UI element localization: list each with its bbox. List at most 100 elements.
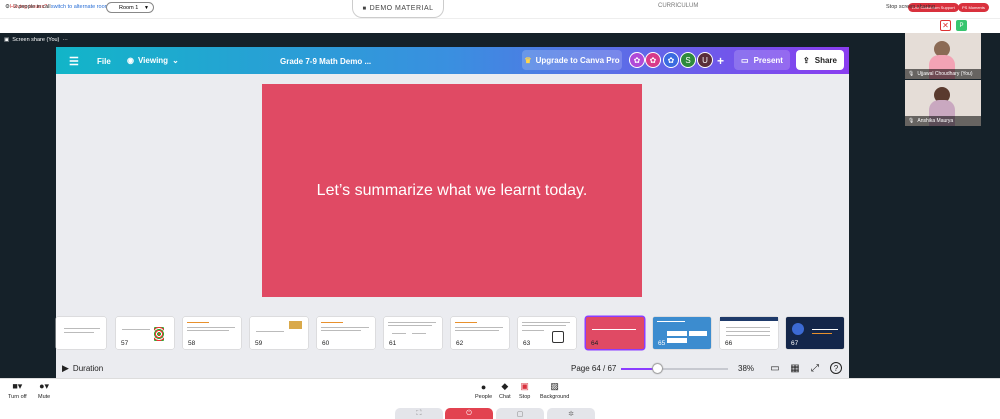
- camera-toggle[interactable]: ■▾ Turn off: [8, 381, 27, 400]
- alternate-room-link[interactable]: switch to alternate room: [51, 4, 109, 10]
- slide-thumbnail[interactable]: 65: [653, 317, 711, 349]
- notes-icon[interactable]: ▭: [769, 362, 781, 374]
- screen-share-title: Screen share (You): [12, 37, 60, 43]
- participant-name-bar: 🎙 Ujjawal Choudhary (You): [905, 69, 981, 79]
- screen-share-icon: ▣: [4, 37, 10, 43]
- slide-number: 58: [188, 340, 196, 347]
- whiteboard-button[interactable]: ▢: [496, 408, 544, 419]
- info-bar: [0, 18, 1000, 33]
- duration-button[interactable]: ▶ Duration: [62, 363, 103, 374]
- upgrade-label: Upgrade to Canva Pro: [535, 55, 620, 65]
- people-button[interactable]: ● People: [475, 381, 493, 401]
- share-label: Share: [814, 55, 837, 65]
- camera-icon: ■▾: [12, 381, 23, 391]
- avatar[interactable]: ✿: [629, 52, 645, 68]
- slide-thumbnail[interactable]: 61: [384, 317, 442, 349]
- participant-name: Anshika Maurya: [917, 118, 954, 124]
- slide-thumbnail[interactable]: 59: [250, 317, 308, 349]
- more-icon[interactable]: ···: [62, 37, 68, 43]
- avatar-image-icon: ✿: [667, 55, 675, 65]
- background-label: Background: [540, 394, 570, 400]
- room-label: Room 1: [119, 4, 139, 11]
- people-in-call[interactable]: ⚙ 2 people in call: [5, 4, 51, 10]
- chat-icon: ◆: [501, 381, 509, 391]
- settings-button[interactable]: ✲: [547, 408, 595, 419]
- timer-icon: ▶: [62, 363, 69, 373]
- slide-number: 65: [658, 340, 666, 347]
- present-button[interactable]: ▭ Present: [734, 50, 790, 70]
- folder-icon: ■: [362, 5, 367, 12]
- slide-number: 59: [255, 340, 263, 347]
- chevron-down-icon: ⌄: [172, 56, 179, 65]
- present-label: Present: [753, 55, 783, 65]
- file-menu[interactable]: File: [97, 57, 111, 66]
- stop-share-button[interactable]: ▣ Stop: [519, 381, 530, 400]
- mic-icon: 🎙: [908, 118, 915, 124]
- present-icon: ▭: [741, 55, 749, 65]
- slide-thumbnail[interactable]: 58: [183, 317, 241, 349]
- mic-icon: 🎙: [908, 71, 915, 77]
- whiteboard-icon: ▢: [516, 410, 524, 418]
- participant-name-bar: 🎙 Anshika Maurya: [905, 116, 981, 126]
- avatar-image-icon: ✿: [649, 55, 657, 65]
- menu-icon[interactable]: ☰: [69, 55, 79, 68]
- ps-moments-button[interactable]: PS Moments: [958, 3, 989, 12]
- people-count: 2 people in call: [13, 4, 51, 10]
- stop-label: Stop: [519, 394, 531, 400]
- share-button[interactable]: ⇪ Share: [796, 50, 844, 70]
- upgrade-button[interactable]: ♛ Upgrade to Canva Pro: [522, 50, 622, 70]
- main-slide[interactable]: Let’s summarize what we learnt today.: [262, 84, 642, 297]
- fullscreen-icon[interactable]: ⤢: [809, 362, 821, 374]
- page-indicator: Page 64 / 67: [571, 364, 617, 373]
- zoom-level[interactable]: 38%: [738, 364, 754, 373]
- user-avatar[interactable]: P: [956, 20, 967, 31]
- participant-tile[interactable]: 🎙 Ujjawal Choudhary (You): [905, 33, 981, 79]
- background-button[interactable]: ▨ Background: [540, 381, 569, 400]
- curriculum-tab[interactable]: CURRICULUM: [658, 3, 698, 9]
- participant-tile[interactable]: 🎙 Anshika Maurya: [905, 80, 981, 126]
- slide-thumbnail-current[interactable]: 64: [586, 317, 644, 349]
- slide-thumbnail[interactable]: [56, 317, 106, 349]
- avatar[interactable]: S: [680, 52, 696, 68]
- help-button[interactable]: ?: [830, 362, 842, 374]
- background-icon: ▨: [550, 381, 559, 391]
- demo-material-tab[interactable]: ■ DEMO MATERIAL: [352, 0, 444, 18]
- microphone-icon: ●▾: [39, 381, 50, 391]
- slide-number: 61: [389, 340, 397, 347]
- camera-label: Turn off: [8, 394, 27, 400]
- people-label: People: [475, 394, 493, 400]
- slide-thumbnail[interactable]: 67: [786, 317, 844, 349]
- layout-button[interactable]: ⛶: [395, 408, 443, 419]
- slide-number: 60: [322, 340, 330, 347]
- document-title[interactable]: Grade 7-9 Math Demo ...: [280, 57, 371, 66]
- leave-call-button[interactable]: ⏻: [445, 408, 493, 419]
- share-icon: ⇪: [803, 55, 810, 65]
- slide-thumbnail[interactable]: 66: [720, 317, 778, 349]
- add-collaborator-button[interactable]: +: [717, 54, 724, 68]
- slide-thumbnail[interactable]: 62: [451, 317, 509, 349]
- grid-view-icon[interactable]: ▦: [789, 362, 801, 374]
- avatar[interactable]: U: [697, 52, 713, 68]
- avatar[interactable]: ✿: [663, 52, 679, 68]
- mic-toggle[interactable]: ●▾ Mute: [38, 381, 50, 400]
- slide-thumbnail[interactable]: 63: [518, 317, 576, 349]
- slide-number: 62: [456, 340, 464, 347]
- slide-number: 63: [523, 340, 531, 347]
- slide-thumbnail[interactable]: 57: [116, 317, 174, 349]
- chat-button[interactable]: ◆ Chat: [499, 381, 511, 400]
- viewing-menu[interactable]: ◉ Viewing ⌄: [127, 56, 179, 65]
- stop-share-icon: ▣: [520, 381, 529, 391]
- slide-number: 57: [121, 340, 129, 347]
- slide-number: 64: [591, 340, 599, 347]
- viewing-label: Viewing: [137, 56, 169, 65]
- avatar[interactable]: ✿: [645, 52, 661, 68]
- settings-icon: ✲: [568, 410, 574, 418]
- screen-share-label: ▣ Screen share (You) ···: [4, 37, 68, 43]
- people-icon: ●: [480, 381, 487, 392]
- expand-icon: ⛶: [416, 409, 422, 417]
- stop-sharing-button[interactable]: ✕: [940, 20, 951, 31]
- slide-thumbnail[interactable]: 60: [317, 317, 375, 349]
- avatar-image-icon: ✿: [633, 55, 641, 65]
- slide-number: 66: [725, 340, 733, 347]
- room-select[interactable]: Room 1 ▼: [106, 2, 154, 13]
